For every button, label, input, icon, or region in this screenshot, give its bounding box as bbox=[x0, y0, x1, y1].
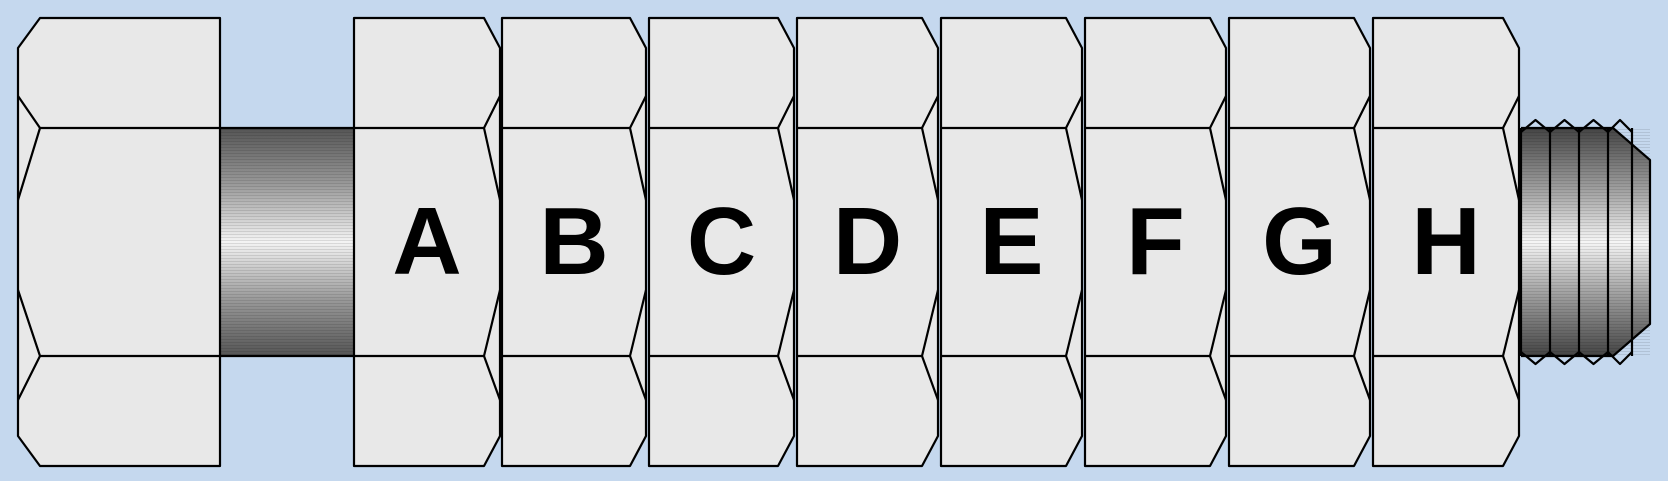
bolt-nut-diagram: ABCDEFGH bbox=[0, 0, 1668, 481]
nut-label: C bbox=[687, 188, 756, 295]
nut-e: E bbox=[939, 16, 1084, 468]
nut-f: F bbox=[1083, 16, 1228, 468]
nut-label: F bbox=[1126, 188, 1185, 295]
nut-b: B bbox=[500, 16, 648, 468]
nut-label: A bbox=[392, 188, 461, 295]
nut-c: C bbox=[647, 16, 796, 468]
threaded-end bbox=[1519, 118, 1652, 366]
bolt-shank bbox=[218, 126, 356, 358]
diagram-canvas: ABCDEFGH bbox=[16, 16, 1652, 468]
nut-a: A bbox=[352, 16, 502, 468]
nut-d: D bbox=[795, 16, 940, 468]
nut-label: B bbox=[539, 188, 608, 295]
nut-label: E bbox=[979, 188, 1043, 295]
nut-g: G bbox=[1227, 16, 1372, 468]
nut-h: H bbox=[1371, 16, 1521, 468]
nut-label: G bbox=[1262, 188, 1337, 295]
bolt-head bbox=[16, 16, 222, 468]
nuts-group: ABCDEFGH bbox=[352, 16, 1521, 468]
nut-label: H bbox=[1411, 188, 1480, 295]
nut-label: D bbox=[833, 188, 902, 295]
